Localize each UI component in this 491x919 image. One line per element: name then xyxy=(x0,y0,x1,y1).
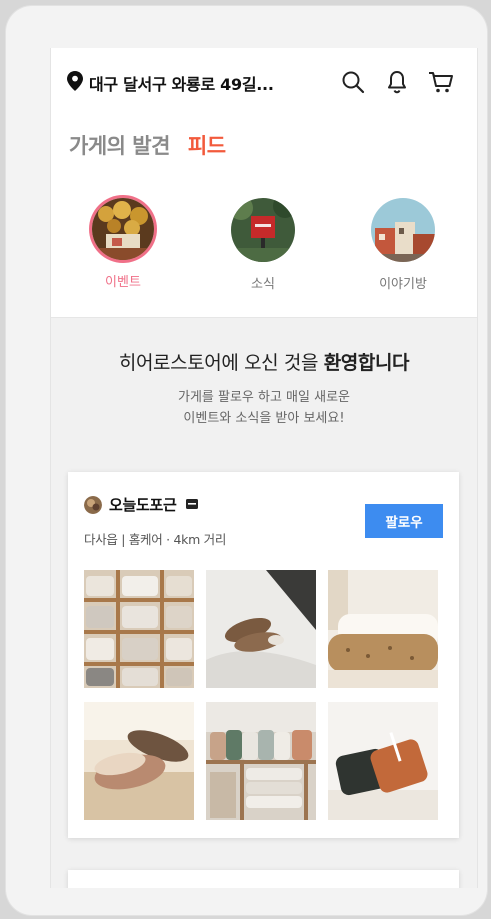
welcome-title: 히어로스토어에 오신 것을 환영합니다 xyxy=(51,348,477,375)
bell-icon[interactable] xyxy=(383,68,411,96)
main-tabs: 가게의 발견 피드 xyxy=(69,130,226,160)
next-store-card[interactable] xyxy=(68,870,459,888)
location-selector[interactable]: 대구 달서구 와룡로 49길... xyxy=(67,68,274,98)
category-event-label: 이벤트 xyxy=(105,275,141,290)
store-avatar xyxy=(84,495,102,514)
welcome-title-bold: 환영합니다 xyxy=(323,352,410,374)
welcome-sub-line2: 이벤트와 소식을 받아 보세요! xyxy=(183,411,345,426)
category-story[interactable]: 이야기방 xyxy=(353,198,453,292)
store-meta: 다사읍 | 홈케어 · 4km 거리 xyxy=(84,532,227,547)
store-name: 오늘도포근 xyxy=(109,496,177,514)
tab-feed[interactable]: 피드 xyxy=(188,130,226,160)
location-text: 대구 달서구 와룡로 49길... xyxy=(89,75,274,94)
search-icon[interactable] xyxy=(339,68,367,96)
category-news-image xyxy=(231,198,295,262)
category-news[interactable]: 소식 xyxy=(213,198,313,292)
store-photo-2[interactable] xyxy=(206,570,316,688)
store-photo-6[interactable] xyxy=(328,702,438,820)
follow-button[interactable]: 팔로우 xyxy=(365,504,443,538)
welcome-sub-line1: 가게를 팔로우 하고 매일 새로운 xyxy=(177,390,350,405)
device-frame: 대구 달서구 와룡로 49길... 가게의 발견 피드 이벤트 소식 이야기방 … xyxy=(6,6,487,915)
app-screen: 대구 달서구 와룡로 49길... 가게의 발견 피드 이벤트 소식 이야기방 … xyxy=(50,48,478,888)
welcome-title-prefix: 히어로스토어에 오신 것을 xyxy=(118,352,324,374)
location-pin-icon xyxy=(67,71,83,95)
header-actions xyxy=(339,68,455,96)
store-card[interactable]: 오늘도포근 다사읍 | 홈케어 · 4km 거리 팔로우 xyxy=(68,472,459,838)
store-badge-icon xyxy=(185,495,199,514)
category-story-image xyxy=(371,198,435,262)
store-header[interactable]: 오늘도포근 xyxy=(84,494,199,515)
category-event-image xyxy=(92,198,154,260)
category-story-label: 이야기방 xyxy=(379,277,427,292)
store-photo-1[interactable] xyxy=(84,570,194,688)
category-event[interactable]: 이벤트 xyxy=(73,198,173,290)
category-news-label: 소식 xyxy=(251,277,275,292)
store-photo-4[interactable] xyxy=(84,702,194,820)
header-section: 대구 달서구 와룡로 49길... 가게의 발견 피드 이벤트 소식 이야기방 xyxy=(51,48,477,318)
store-photo-3[interactable] xyxy=(328,570,438,688)
store-photo-5[interactable] xyxy=(206,702,316,820)
welcome-section: 히어로스토어에 오신 것을 환영합니다 가게를 팔로우 하고 매일 새로운 이벤… xyxy=(51,348,477,429)
cart-icon[interactable] xyxy=(427,68,455,96)
welcome-subtitle: 가게를 팔로우 하고 매일 새로운 이벤트와 소식을 받아 보세요! xyxy=(51,387,477,429)
tab-store-discovery[interactable]: 가게의 발견 xyxy=(69,130,170,160)
